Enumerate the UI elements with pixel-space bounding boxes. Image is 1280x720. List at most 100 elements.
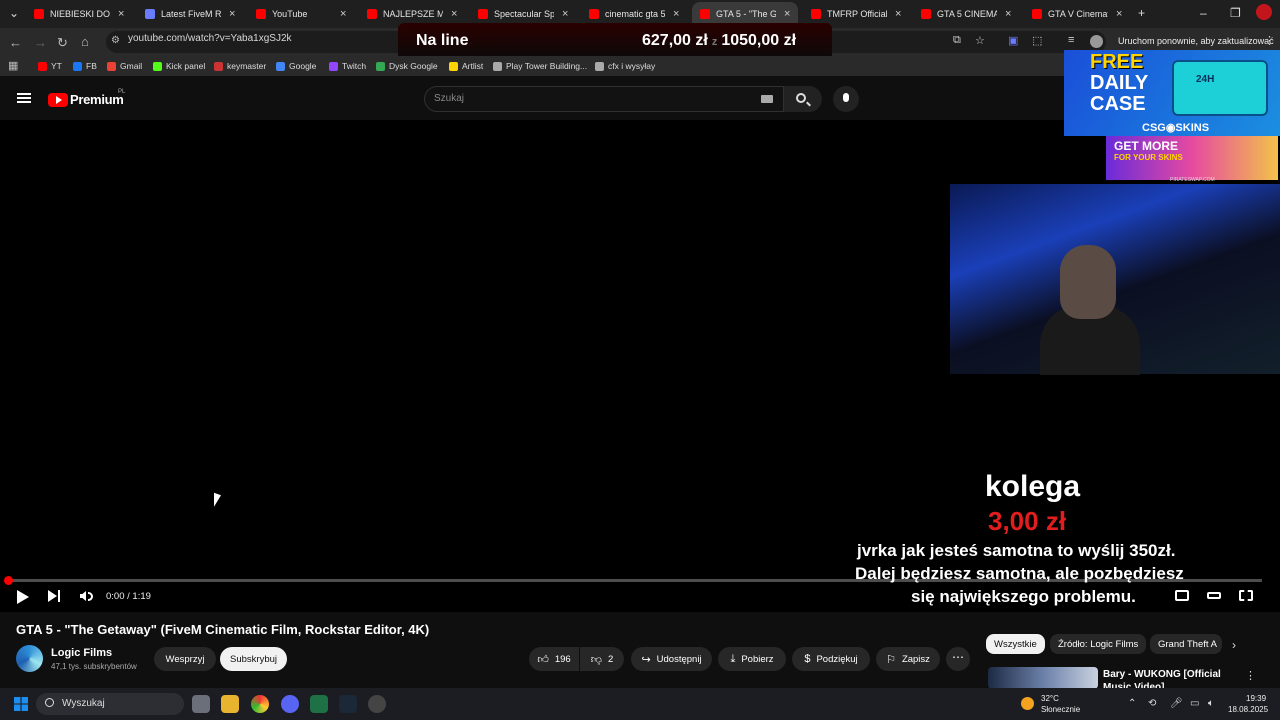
close-tab-icon[interactable]: × — [784, 8, 790, 20]
next-icon[interactable] — [48, 590, 57, 602]
channel-avatar[interactable] — [16, 645, 43, 672]
bookmark-item[interactable]: keymaster — [214, 61, 266, 71]
more-actions-icon[interactable]: ⋯ — [946, 647, 970, 671]
miniplayer-icon[interactable] — [1175, 590, 1189, 601]
progress-bar[interactable] — [8, 579, 1262, 582]
tray-volume-icon[interactable]: 🔈︎ — [1208, 698, 1214, 709]
subscribe-button[interactable]: Subskrybuj — [220, 647, 287, 671]
taskbar-search-input[interactable]: Wyszukaj — [62, 698, 105, 709]
task-view-icon[interactable] — [192, 695, 210, 713]
extension-icon[interactable]: ▣ — [1008, 34, 1018, 47]
thanks-button[interactable]: $ Podziękuj — [792, 647, 870, 671]
microphone-icon[interactable] — [843, 93, 849, 102]
close-tab-icon[interactable]: × — [229, 8, 235, 20]
forward-icon[interactable]: → — [34, 35, 47, 50]
region-label: PL — [118, 89, 126, 95]
file-explorer-icon[interactable] — [221, 695, 239, 713]
profile-avatar[interactable] — [1256, 4, 1272, 20]
next-bar-icon[interactable] — [58, 590, 60, 602]
search-icon[interactable] — [45, 698, 54, 707]
chrome-icon[interactable] — [251, 695, 269, 713]
site-info-icon[interactable]: ⚙ — [111, 35, 120, 46]
search-icon[interactable] — [796, 93, 806, 103]
close-tab-icon[interactable]: × — [1116, 8, 1122, 20]
dislike-button[interactable]: 👎︎ 2 — [580, 647, 624, 671]
tray-display-icon[interactable]: ▭ — [1190, 698, 1199, 709]
youtube-logo-icon[interactable] — [48, 93, 68, 107]
chip-source[interactable]: Źródło: Logic Films — [1050, 634, 1147, 654]
reading-list-icon[interactable]: ≡ — [1068, 34, 1074, 46]
bookmark-item[interactable]: cfx i wysyłay — [595, 61, 655, 71]
restore-icon[interactable]: ❐ — [1230, 6, 1241, 20]
tab-9[interactable]: GTA V Cinematic × — [1024, 2, 1130, 26]
search-box[interactable] — [424, 86, 784, 112]
tab-0[interactable]: NIEBIESKI DOM - × — [26, 2, 132, 26]
search-input[interactable]: Szukaj — [434, 93, 464, 104]
chip-gta[interactable]: Grand Theft A — [1150, 634, 1222, 654]
update-button[interactable]: Uruchom ponownie, aby zaktualizować — [1118, 36, 1274, 46]
hamburger-menu-icon[interactable] — [17, 93, 31, 103]
save-button[interactable]: ⚐ Zapisz — [876, 647, 940, 671]
bookmark-favicon-icon — [214, 61, 223, 71]
close-tab-icon[interactable]: × — [451, 8, 457, 20]
back-icon[interactable]: ← — [9, 35, 22, 50]
bookmark-favicon-icon — [153, 61, 162, 71]
close-tab-icon[interactable]: × — [340, 8, 346, 20]
new-tab-button[interactable]: + — [1138, 6, 1145, 20]
url-text[interactable]: youtube.com/watch?v=Yaba1xgSJ2k — [128, 33, 292, 44]
fullscreen-icon[interactable] — [1239, 590, 1253, 601]
bookmark-item[interactable]: Google — [276, 61, 316, 71]
close-tab-icon[interactable]: × — [1005, 8, 1011, 20]
tab-8[interactable]: GTA 5 CINEMATIC × — [913, 2, 1019, 26]
excel-icon[interactable] — [310, 695, 328, 713]
bookmark-star-icon[interactable]: ☆ — [975, 34, 985, 47]
discord-icon[interactable] — [281, 695, 299, 713]
chevron-right-icon[interactable]: › — [1232, 638, 1236, 652]
bookmark-item[interactable]: YT — [38, 61, 62, 71]
chip-all[interactable]: Wszystkie — [986, 634, 1045, 654]
youtube-brand[interactable]: Premium — [70, 92, 124, 107]
close-tab-icon[interactable]: × — [895, 8, 901, 20]
reload-icon[interactable]: ↻ — [57, 35, 68, 51]
close-tab-icon[interactable]: × — [673, 8, 679, 20]
theater-mode-icon[interactable] — [1207, 592, 1221, 599]
tab-search-icon[interactable]: ⌄ — [9, 6, 19, 20]
tray-mic-icon[interactable]: 🎤︎ — [1170, 698, 1183, 709]
profile-icon[interactable] — [1090, 35, 1103, 48]
home-icon[interactable]: ⌂ — [81, 34, 89, 49]
taskbar-search[interactable] — [36, 693, 184, 715]
download-button[interactable]: ⤓ Pobierz — [718, 647, 786, 671]
recommended-menu-icon[interactable]: ⋮ — [1245, 669, 1256, 682]
channel-name[interactable]: Logic Films — [51, 647, 112, 659]
weather-sun-icon[interactable] — [1021, 697, 1034, 710]
play-icon[interactable] — [17, 590, 29, 604]
bookmark-item[interactable]: Dysk Google — [376, 61, 438, 71]
progress-handle[interactable] — [4, 576, 13, 585]
tray-chevron-icon[interactable]: ⌃ — [1128, 698, 1136, 709]
tab-2[interactable]: YouTube × — [248, 2, 354, 26]
bookmark-item[interactable]: FB — [73, 61, 97, 71]
apps-icon[interactable]: ▦ — [8, 59, 18, 72]
bookmark-item[interactable]: Gmail — [107, 61, 142, 71]
bookmark-item[interactable]: Artlist — [449, 61, 483, 71]
close-tab-icon[interactable]: × — [118, 8, 124, 20]
bookmark-item[interactable]: Kick panel — [153, 61, 205, 71]
bookmark-item[interactable]: Twitch — [329, 61, 366, 71]
extensions-puzzle-icon[interactable]: ⬚ — [1032, 34, 1042, 47]
browser-menu-icon[interactable]: ⋮ — [1264, 34, 1275, 47]
support-button[interactable]: Wesprzyj — [154, 647, 216, 671]
obs-icon[interactable] — [368, 695, 386, 713]
tab-1[interactable]: Latest FiveM Rele × — [137, 2, 243, 26]
share-button[interactable]: ↪ Udostępnij — [631, 647, 712, 671]
keyboard-icon[interactable] — [761, 95, 773, 103]
install-icon[interactable]: ⧉ — [953, 34, 961, 47]
steam-icon[interactable] — [339, 695, 357, 713]
recommended-thumbnail[interactable] — [988, 667, 1098, 689]
close-tab-icon[interactable]: × — [562, 8, 568, 20]
minimize-icon[interactable]: – — [1200, 6, 1207, 20]
recommended-title[interactable]: Bary - WUKONG [Official Music Video] — [1103, 668, 1241, 688]
bookmark-item[interactable]: Play Tower Building... — [493, 61, 587, 71]
download-icon: ⤓ — [730, 652, 736, 665]
tray-sync-icon[interactable]: ⟲ — [1148, 698, 1156, 709]
like-button[interactable]: 👍︎ 196 — [529, 647, 579, 671]
